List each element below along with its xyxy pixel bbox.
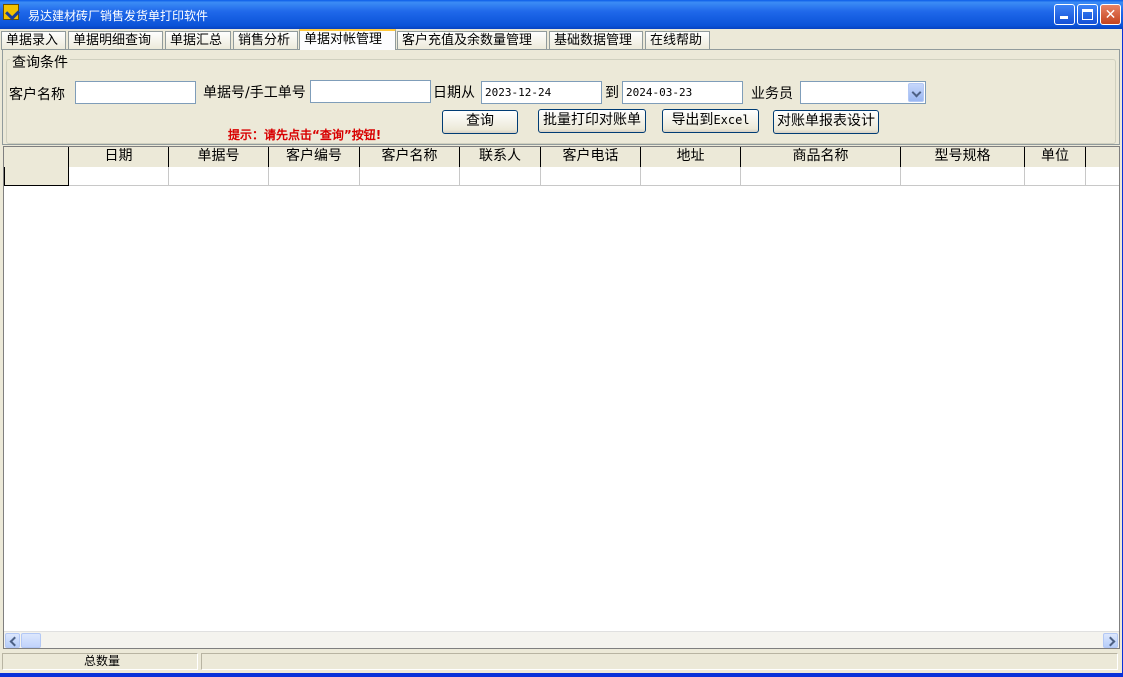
scroll-thumb[interactable] [21,633,41,648]
column-header-customer-id[interactable]: 客户编号 [269,147,360,167]
horizontal-scrollbar[interactable] [4,631,1119,648]
tab-customer-recharge[interactable]: 客户充值及余数量管理 [397,31,547,50]
table-cell[interactable] [169,167,269,186]
batch-print-button[interactable]: 批量打印对账单 [538,109,646,133]
tab-basic-data[interactable]: 基础数据管理 [549,31,643,50]
export-label: 导出到 [671,112,714,128]
customer-name-input[interactable] [75,81,196,104]
query-group-title: 查询条件 [10,52,70,72]
total-quantity-value [201,653,1118,670]
table-cell[interactable] [360,167,460,186]
table-cell[interactable] [1025,167,1086,186]
column-header-address[interactable]: 地址 [641,147,741,167]
salesman-label: 业务员 [751,86,793,102]
maximize-icon [1082,9,1093,20]
date-to-input[interactable]: 2024-03-23 [622,81,743,104]
row-header-cell[interactable] [4,167,69,186]
tab-bill-detail-query[interactable]: 单据明细查询 [68,31,163,50]
column-header-unit[interactable]: 单位 [1025,147,1086,167]
table-cell[interactable] [741,167,901,186]
date-from-input[interactable]: 2023-12-24 [481,81,602,104]
total-quantity-panel: 总数量 [2,653,198,670]
tab-bill-entry[interactable]: 单据录入 [1,31,66,50]
column-header-bill-no[interactable]: 单据号 [169,147,269,167]
tab-bill-summary[interactable]: 单据汇总 [165,31,231,50]
chevron-down-icon[interactable] [908,83,924,102]
customer-name-label: 客户名称 [9,87,65,103]
table-cell[interactable] [641,167,741,186]
column-header-overflow [1086,147,1119,167]
column-header-date[interactable]: 日期 [69,147,169,167]
status-bar: 总数量 [0,652,1121,671]
title-bar[interactable]: 易达建材砖厂销售发货单打印软件 ✕ [0,0,1123,29]
table-cell[interactable] [1086,167,1119,186]
tab-bill-reconciliation[interactable]: 单据对帐管理 [299,29,396,50]
close-icon: ✕ [1104,7,1117,23]
salesman-select[interactable] [800,81,926,104]
tab-online-help[interactable]: 在线帮助 [645,31,710,50]
query-button[interactable]: 查询 [442,110,518,134]
tab-bar: 单据录入 单据明细查询 单据汇总 销售分析 单据对帐管理 客户充值及余数量管理 … [0,29,1123,50]
window-title: 易达建材砖厂销售发货单打印软件 [28,9,209,23]
app-icon[interactable] [3,4,19,20]
minimize-icon [1060,16,1068,19]
column-header-model-spec[interactable]: 型号规格 [901,147,1025,167]
scroll-right-icon[interactable] [1103,633,1118,648]
date-from-label: 日期从 [433,85,475,101]
table-cell[interactable] [69,167,169,186]
scroll-left-icon[interactable] [5,633,20,648]
excel-label: Excel [713,113,750,127]
table-cell[interactable] [541,167,641,186]
column-header-contact[interactable]: 联系人 [460,147,541,167]
bill-no-label: 单据号/手工单号 [203,85,306,101]
reconciliation-grid[interactable]: 日期 单据号 客户编号 客户名称 联系人 客户电话 地址 商品名称 型号规格 单… [3,146,1120,649]
table-cell[interactable] [901,167,1025,186]
column-header-product-name[interactable]: 商品名称 [741,147,901,167]
grid-header: 日期 单据号 客户编号 客户名称 联系人 客户电话 地址 商品名称 型号规格 单… [4,147,1119,167]
maximize-button[interactable] [1077,4,1098,25]
table-cell[interactable] [269,167,360,186]
close-button[interactable]: ✕ [1100,4,1121,25]
export-excel-button[interactable]: 导出到Excel [662,109,759,133]
date-to-label: 到 [605,85,619,101]
table-row[interactable] [4,167,1119,186]
bill-no-input[interactable] [310,80,431,103]
report-design-button[interactable]: 对账单报表设计 [773,110,879,134]
main-window: 易达建材砖厂销售发货单打印软件 ✕ 单据录入 单据明细查询 单据汇总 销售分析 … [0,0,1123,677]
table-cell[interactable] [460,167,541,186]
tab-sales-analysis[interactable]: 销售分析 [233,31,298,50]
column-header-phone[interactable]: 客户电话 [541,147,641,167]
window-bottom-border [0,673,1123,677]
minimize-button[interactable] [1054,4,1075,25]
total-quantity-label: 总数量 [84,654,121,668]
query-panel: 查询条件 客户名称 单据号/手工单号 日期从 2023-12-24 到 2024… [2,49,1120,145]
grid-corner-cell[interactable] [4,147,69,167]
column-header-customer-name[interactable]: 客户名称 [360,147,460,167]
query-hint: 提示：请先点击“查询”按钮! [228,128,382,142]
